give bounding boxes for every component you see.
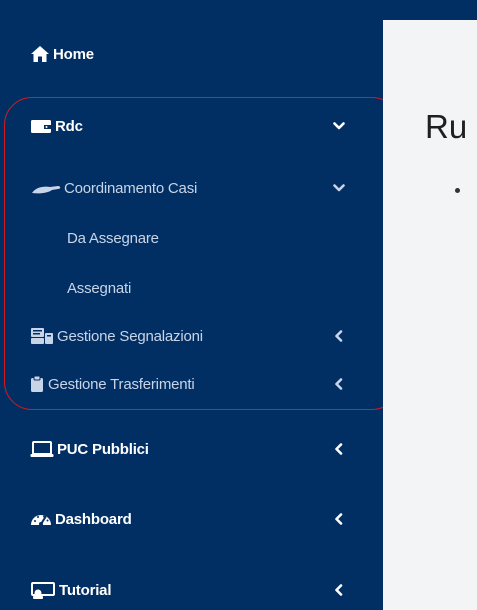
main-content: Ru bbox=[383, 20, 477, 610]
sidebar-item-home-label: Home bbox=[53, 45, 94, 63]
report-icon bbox=[30, 326, 54, 346]
chevron-down-icon[interactable] bbox=[332, 119, 346, 133]
wallet-icon bbox=[30, 116, 52, 136]
sidebar-item-coordinamento-casi[interactable]: Coordinamento Casi bbox=[0, 168, 383, 208]
sidebar-item-puc-pubblici[interactable]: PUC Pubblici bbox=[0, 429, 383, 469]
sidebar-item-puc-pubblici-label: PUC Pubblici bbox=[57, 440, 149, 458]
sidebar-item-dashboard[interactable]: Dashboard bbox=[0, 499, 383, 539]
clipboard-icon bbox=[30, 374, 44, 394]
sidebar-item-coordinamento-casi-label: Coordinamento Casi bbox=[64, 179, 198, 197]
sidebar-item-gestione-trasferimenti-label: Gestione Trasferimenti bbox=[48, 375, 195, 393]
sidebar-item-da-assegnare[interactable]: Da Assegnare bbox=[0, 218, 383, 258]
laptop-icon bbox=[30, 439, 54, 459]
chevron-left-icon[interactable] bbox=[332, 512, 346, 526]
chevron-left-icon[interactable] bbox=[332, 377, 346, 391]
sidebar-item-home[interactable]: Home bbox=[0, 34, 383, 74]
sidebar-item-dashboard-label: Dashboard bbox=[55, 510, 132, 528]
sidebar-item-rdc[interactable]: Rdc bbox=[0, 106, 383, 146]
chevron-left-icon[interactable] bbox=[332, 442, 346, 456]
sidebar-item-rdc-label: Rdc bbox=[55, 117, 83, 135]
projector-icon bbox=[30, 580, 56, 600]
sidebar-item-gestione-segnalazioni[interactable]: Gestione Segnalazioni bbox=[0, 316, 383, 356]
sidebar-menu: Home Rdc Coordinamento Casi Da Assegnare… bbox=[0, 0, 400, 610]
page-title: Ru bbox=[425, 108, 468, 145]
sidebar-item-assegnati-label: Assegnati bbox=[67, 279, 132, 297]
chevron-left-icon[interactable] bbox=[332, 329, 346, 343]
sidebar-item-gestione-trasferimenti[interactable]: Gestione Trasferimenti bbox=[0, 364, 383, 404]
sidebar-item-tutorial[interactable]: Tutorial bbox=[0, 570, 383, 610]
list-bullet bbox=[455, 188, 460, 193]
sidebar-item-da-assegnare-label: Da Assegnare bbox=[67, 229, 159, 247]
hand-icon bbox=[30, 178, 64, 198]
sidebar-item-assegnati[interactable]: Assegnati bbox=[0, 268, 383, 308]
sidebar-item-gestione-segnalazioni-label: Gestione Segnalazioni bbox=[57, 327, 203, 345]
chevron-down-icon[interactable] bbox=[332, 181, 346, 195]
chevron-left-icon[interactable] bbox=[332, 583, 346, 597]
gauge-icon bbox=[30, 509, 52, 529]
home-icon bbox=[30, 44, 50, 64]
sidebar-item-tutorial-label: Tutorial bbox=[59, 581, 112, 599]
